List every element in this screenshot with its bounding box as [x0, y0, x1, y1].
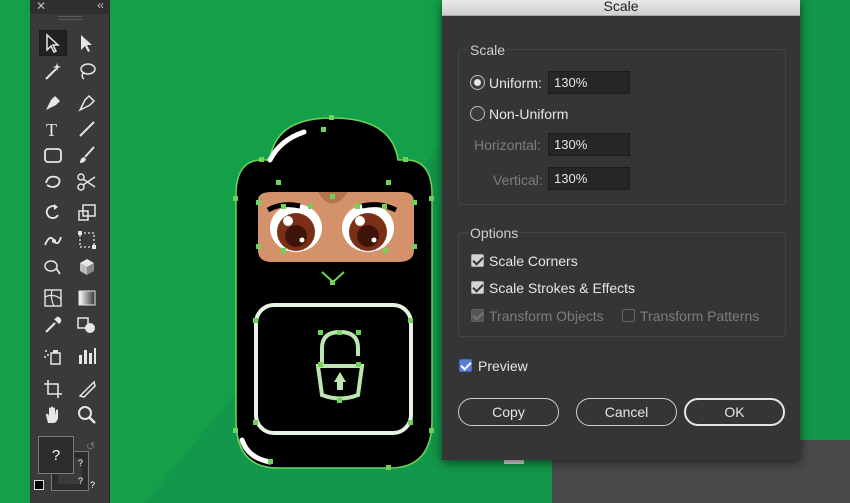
puppet-warp-tool-icon[interactable]	[39, 227, 67, 253]
horizontal-label: Horizontal:	[474, 137, 541, 153]
gradient-tool-icon[interactable]	[73, 285, 101, 311]
close-icon[interactable]: ✕	[36, 0, 46, 13]
fill-swatch[interactable]: ?	[38, 436, 74, 474]
scale-corners-label: Scale Corners	[489, 253, 578, 269]
magic-wand-tool-icon[interactable]	[39, 58, 67, 84]
ok-button[interactable]: OK	[684, 398, 785, 426]
fill-swatch-glyph: ?	[51, 446, 61, 464]
shaper-tool-icon[interactable]	[39, 169, 67, 195]
stroke-swatch-glyph: ?	[78, 458, 84, 468]
perspective-grid-tool-icon[interactable]	[73, 254, 101, 280]
scale-strokes-label: Scale Strokes & Effects	[489, 280, 636, 296]
options-group-title: Options	[468, 225, 521, 241]
scale-strokes-checkbox[interactable]	[471, 281, 484, 294]
vertical-label: Vertical:	[493, 172, 543, 188]
rotate-tool-icon[interactable]	[39, 199, 67, 225]
eyedropper-tool-icon[interactable]	[39, 312, 67, 338]
scissors-tool-icon[interactable]	[73, 169, 101, 195]
lasso-tool-icon[interactable]	[73, 58, 101, 84]
scale-group-title: Scale	[468, 42, 508, 58]
svg-text:T: T	[46, 120, 57, 140]
blend-tool-icon[interactable]	[73, 312, 101, 338]
vertical-input[interactable]: 130%	[548, 167, 630, 190]
non-uniform-radio[interactable]	[470, 106, 485, 121]
default-colors-icon[interactable]	[34, 480, 44, 490]
collapse-icon[interactable]: ‹‹	[97, 0, 104, 12]
scale-corners-checkbox[interactable]	[471, 254, 484, 267]
pen-tool-icon[interactable]	[39, 90, 67, 116]
uniform-input[interactable]: 130%	[548, 71, 630, 94]
hand-tool-icon[interactable]	[39, 402, 67, 428]
symbol-sprayer-tool-icon[interactable]	[39, 343, 67, 369]
column-graph-tool-icon[interactable]	[73, 343, 101, 369]
copy-button[interactable]: Copy	[458, 398, 559, 426]
stroke-swatch-glyph-2: ?	[78, 476, 84, 486]
non-uniform-label: Non-Uniform	[489, 106, 569, 122]
curvature-tool-icon[interactable]	[73, 90, 101, 116]
zoom-tool-icon[interactable]	[73, 402, 101, 428]
fill-stroke-widget[interactable]: ? ? ? ? ↺	[34, 436, 100, 496]
rectangle-tool-icon[interactable]	[39, 142, 67, 168]
preview-label: Preview	[478, 358, 528, 374]
dialog-title[interactable]: Scale	[442, 0, 800, 16]
slice-tool-icon[interactable]	[73, 376, 101, 402]
type-tool-icon[interactable]: T	[39, 116, 67, 142]
cancel-button[interactable]: Cancel	[576, 398, 677, 426]
uniform-label: Uniform:	[489, 75, 542, 91]
swap-arrow-icon[interactable]: ↺	[86, 440, 95, 453]
mesh-tool-icon[interactable]	[39, 285, 67, 311]
panel-grip-icon[interactable]	[58, 16, 82, 20]
selection-tool-icon[interactable]	[39, 30, 67, 56]
line-segment-tool-icon[interactable]	[73, 116, 101, 142]
paintbrush-tool-icon[interactable]	[73, 142, 101, 168]
tools-panel: ✕ ‹‹ T ? ? ? ? ↺	[30, 0, 110, 503]
free-transform-tool-icon[interactable]	[73, 227, 101, 253]
shape-builder-tool-icon[interactable]	[39, 254, 67, 280]
swap-fill-stroke-glyph: ?	[90, 480, 96, 490]
direct-selection-tool-icon[interactable]	[73, 30, 101, 56]
horizontal-input[interactable]: 130%	[548, 133, 630, 156]
preview-checkbox[interactable]	[459, 359, 472, 372]
transform-objects-checkbox[interactable]	[471, 309, 484, 322]
uniform-radio[interactable]	[470, 75, 485, 90]
ninja-character[interactable]	[235, 117, 433, 469]
scale-tool-icon[interactable]	[73, 199, 101, 225]
scale-dialog: Scale Scale Uniform: 130% Non-Uniform Ho…	[442, 0, 800, 460]
transform-objects-label: Transform Objects	[489, 308, 604, 324]
artboard-tool-icon[interactable]	[39, 376, 67, 402]
transform-patterns-label: Transform Patterns	[640, 308, 760, 324]
transform-patterns-checkbox[interactable]	[622, 309, 635, 322]
